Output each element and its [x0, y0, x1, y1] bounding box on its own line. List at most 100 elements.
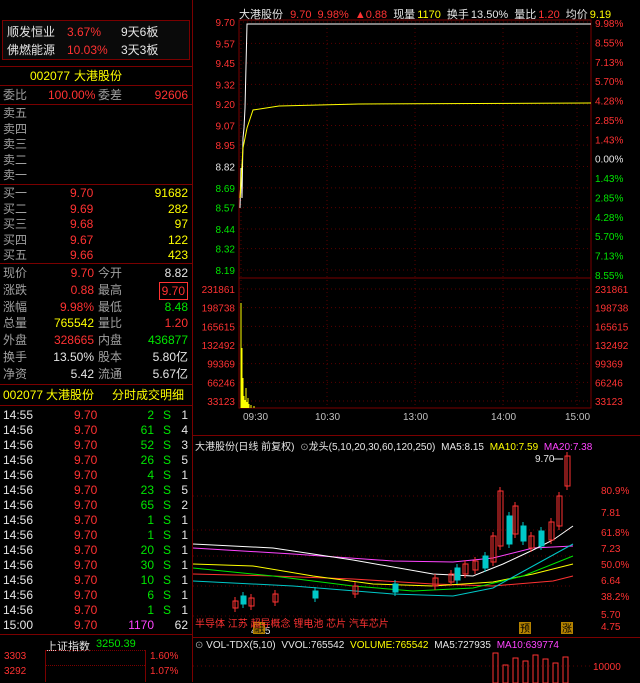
trade-time: 14:56 [3, 528, 34, 542]
time-tick: 13:00 [403, 412, 428, 423]
kline-chart[interactable]: 大港股份(日线 前复权) ⊙龙头(5,10,20,30,60,120,250) … [193, 435, 640, 637]
price-tick: 9.32 [216, 80, 236, 91]
sell-level-row[interactable]: 卖四 [0, 121, 192, 137]
sell-level-row[interactable]: 卖五 [0, 105, 192, 121]
candle [506, 515, 513, 545]
buy-label: 买三 [3, 217, 28, 232]
trade-row[interactable]: 14:56 9.70 1 S 1 [0, 512, 192, 528]
volume-panel[interactable]: ⊙ VOL-TDX(5,10) VVOL:765542 VOLUME:76554… [193, 637, 640, 683]
divider [0, 384, 192, 385]
sector-pct: 10.03% [67, 43, 108, 57]
vol-tick: 66246 [207, 378, 235, 389]
trade-row[interactable]: 14:55 9.70 2 S 1 [0, 407, 192, 423]
trade-row[interactable]: 14:56 9.70 1 S 1 [0, 527, 192, 543]
sell-level-row[interactable]: 卖二 [0, 152, 192, 168]
time-tick: 09:30 [243, 412, 268, 423]
buy-label: 买五 [3, 248, 28, 263]
price-tick: 8.19 [216, 266, 236, 277]
kline-right-tick: 5.70 [601, 610, 621, 621]
order-diff-value: 92606 [154, 88, 188, 102]
trade-volume: 4 [147, 468, 154, 482]
trade-row[interactable]: 14:56 9.70 1 S 1 [0, 602, 192, 618]
stat-label: 最高 [98, 282, 123, 297]
sell-level-row[interactable]: 卖一 [0, 167, 192, 183]
trade-count: 1 [181, 468, 188, 482]
stat-label: 换手 [3, 350, 28, 364]
trade-side: S [163, 543, 172, 557]
trade-row[interactable]: 14:56 9.70 10 S 1 [0, 572, 192, 588]
pct-tick: 2.85% [595, 116, 623, 127]
buy-level-row[interactable]: 买五 9.66 423 [0, 247, 192, 263]
sell-label: 卖一 [3, 168, 28, 183]
stat-value: 5.80亿 [152, 350, 188, 364]
order-diff-label: 委差 [98, 88, 123, 102]
price-tick: 9.07 [216, 121, 236, 132]
trade-time: 14:56 [3, 573, 34, 587]
pct-tick: 5.70% [595, 232, 623, 243]
pct-tick: 1.43% [595, 174, 623, 185]
trade-time: 14:56 [3, 603, 34, 617]
trade-row[interactable]: 14:56 9.70 26 S 5 [0, 452, 192, 468]
intraday-chart[interactable]: 大港股份 9.70 9.98% ▲0.88 现量 1170 换手 13.50% 量比… [193, 0, 640, 435]
pct-tick: 4.28% [595, 97, 623, 108]
stat-label: 今开 [98, 266, 123, 280]
buy-level-row[interactable]: 买一 9.70 91682 [0, 185, 192, 201]
candle [240, 595, 247, 605]
buy-level-row[interactable]: 买三 9.68 97 [0, 216, 192, 232]
trade-row[interactable]: 14:56 9.70 6 S 1 [0, 587, 192, 603]
trade-price: 9.70 [74, 573, 98, 587]
trade-row[interactable]: 14:56 9.70 30 S 1 [0, 557, 192, 573]
sell-level-row[interactable]: 卖三 [0, 136, 192, 152]
buy-price: 9.67 [70, 232, 94, 247]
vol-bar [492, 652, 499, 683]
stat-value: 328665 [53, 333, 94, 348]
trade-count: 1 [181, 408, 188, 422]
buy-price: 9.68 [70, 217, 94, 232]
trade-row[interactable]: 14:56 9.70 52 S 3 [0, 437, 192, 453]
trade-price: 9.70 [74, 528, 98, 542]
trade-time: 14:56 [3, 513, 34, 527]
candle [520, 525, 527, 542]
trade-side: S [163, 468, 172, 482]
trade-row[interactable]: 15:00 9.70 1170 62 [0, 617, 192, 633]
stock-name: 大港股份 [74, 69, 123, 83]
trade-row[interactable]: 14:56 9.70 23 S 5 [0, 482, 192, 498]
pct-tick: 8.55% [595, 271, 623, 282]
trade-time: 14:56 [3, 423, 34, 437]
kline-right-tick: 7.23 [601, 544, 621, 555]
trade-row[interactable]: 14:56 9.70 61 S 4 [0, 422, 192, 438]
sell-label: 卖三 [3, 137, 28, 152]
vol-tick: 99369 [207, 360, 235, 371]
sector-streak: 3天3板 [121, 43, 159, 57]
trade-side: S [163, 483, 172, 497]
sector-row[interactable]: 佛燃能源 10.03% 3天3板 [3, 42, 189, 58]
stat-label: 涨幅 [3, 299, 28, 314]
candle [392, 583, 399, 593]
stat-label: 现价 [3, 266, 28, 280]
sector-pct: 3.67% [67, 25, 102, 39]
trade-volume: 1 [147, 603, 154, 617]
price-tick: 8.82 [216, 163, 236, 174]
pct-tick: 4.28% [595, 213, 623, 224]
buy-price: 9.70 [70, 186, 94, 200]
time-tick: 10:30 [315, 412, 340, 423]
vol-svg [193, 652, 593, 683]
pct-tick: 7.13% [595, 252, 623, 263]
trade-price: 9.70 [74, 483, 98, 497]
stat-row: 现价 9.70 今开 8.82 [0, 265, 192, 281]
stat-label: 流通 [98, 366, 123, 381]
trade-row[interactable]: 14:56 9.70 65 S 2 [0, 497, 192, 513]
stat-label: 净资 [3, 366, 28, 381]
stat-label: 量比 [98, 316, 123, 331]
sector-row[interactable]: 顺发恒业 3.67% 9天6板 [3, 24, 189, 40]
stat-value: 9.98% [59, 299, 94, 314]
trade-price: 9.70 [74, 423, 98, 437]
buy-level-row[interactable]: 买四 9.67 122 [0, 232, 192, 248]
trade-side: S [163, 453, 172, 467]
buy-level-row[interactable]: 买二 9.69 282 [0, 201, 192, 217]
trade-row[interactable]: 14:56 9.70 4 S 1 [0, 467, 192, 483]
trade-row[interactable]: 14:56 9.70 20 S 1 [0, 542, 192, 558]
stat-value: 8.48 [164, 299, 188, 314]
index-mini-chart[interactable]: 上证指数 3250.39 3303 3292 1.60% 1.07% [0, 636, 192, 682]
trade-volume: 61 [140, 423, 154, 437]
